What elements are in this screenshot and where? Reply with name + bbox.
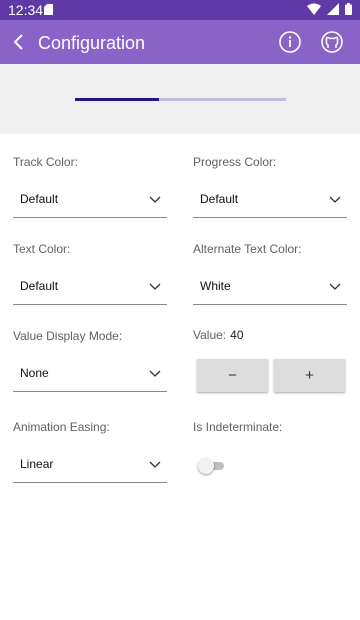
sd-card-icon [44,4,53,15]
chevron-down-icon [329,196,341,203]
progress-color-value: Default [200,192,239,206]
alternate-text-color-value: White [200,279,231,293]
alternate-text-color-select[interactable]: White [193,271,347,305]
value-label: Value: [193,328,227,342]
status-time: 12:34 [8,2,44,18]
progress-color-select[interactable]: Default [193,184,347,218]
chevron-down-icon [149,370,161,377]
value-display-mode-select[interactable]: None [13,358,167,392]
progress-color-label: Progress Color: [193,155,277,169]
text-color-value: Default [20,279,59,293]
battery-icon [345,3,352,15]
toggle-thumb [198,458,214,474]
progress-preview [0,64,360,134]
animation-easing-select[interactable]: Linear [13,449,167,483]
alternate-text-color-label: Alternate Text Color: [193,242,302,256]
value-row: Value: 40 [193,328,244,342]
track-color-value: Default [20,192,59,206]
chevron-down-icon [329,283,341,290]
chevron-down-icon [149,283,161,290]
decrement-button[interactable]: − [197,359,268,392]
text-color-select[interactable]: Default [13,271,167,305]
info-icon[interactable] [278,30,302,54]
github-icon[interactable] [320,30,344,54]
chevron-down-icon [149,196,161,203]
animation-easing-value: Linear [20,457,54,471]
page-title: Configuration [38,33,146,53]
back-arrow-icon[interactable] [8,30,32,54]
signal-icon [327,3,339,15]
value-display-mode-value: None [20,366,49,380]
track-color-label: Track Color: [13,155,78,169]
is-indeterminate-toggle[interactable] [198,458,226,474]
text-color-label: Text Color: [13,242,71,256]
progress-track [75,98,286,101]
app-bar: Configuration [0,20,360,64]
increment-button[interactable]: + [274,359,345,392]
progress-fill [75,98,160,101]
value-number: 40 [230,328,244,342]
animation-easing-label: Animation Easing: [13,420,110,434]
chevron-down-icon [149,461,161,468]
wifi-icon [307,3,321,15]
is-indeterminate-label: Is Indeterminate: [193,420,283,434]
value-display-mode-label: Value Display Mode: [13,329,123,343]
status-icons [307,3,352,15]
configuration-panel: Track Color: Default Progress Color: Def… [0,134,360,620]
status-bar: 12:34 [0,0,360,20]
track-color-select[interactable]: Default [13,184,167,218]
